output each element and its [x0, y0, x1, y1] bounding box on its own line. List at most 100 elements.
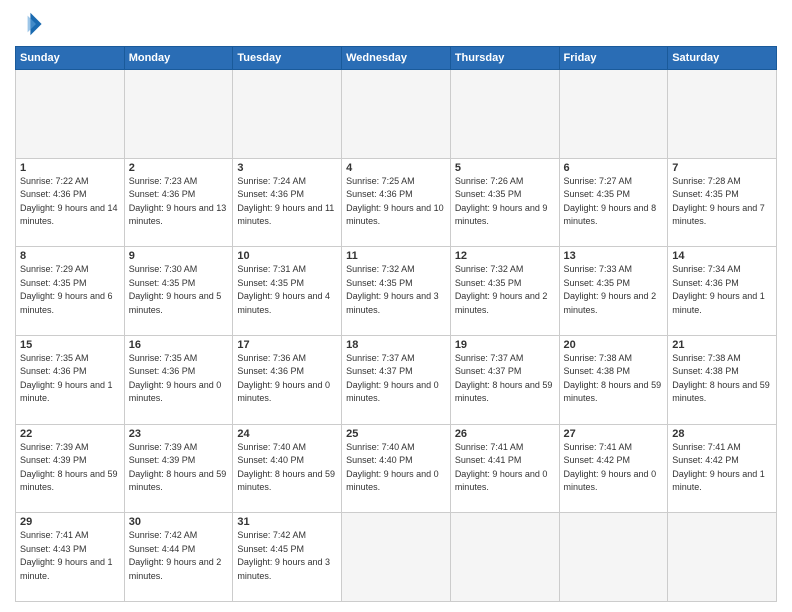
calendar-cell: 5 Sunrise: 7:26 AMSunset: 4:35 PMDayligh… — [450, 158, 559, 247]
day-info: Sunrise: 7:34 AMSunset: 4:36 PMDaylight:… — [672, 263, 772, 317]
day-info: Sunrise: 7:37 AMSunset: 4:37 PMDaylight:… — [455, 352, 555, 406]
day-info: Sunrise: 7:32 AMSunset: 4:35 PMDaylight:… — [346, 263, 446, 317]
calendar-cell: 26 Sunrise: 7:41 AMSunset: 4:41 PMDaylig… — [450, 424, 559, 513]
day-info: Sunrise: 7:38 AMSunset: 4:38 PMDaylight:… — [672, 352, 772, 406]
calendar-cell — [342, 70, 451, 159]
calendar-row: 29 Sunrise: 7:41 AMSunset: 4:43 PMDaylig… — [16, 513, 777, 602]
day-number: 3 — [237, 162, 337, 174]
day-info: Sunrise: 7:37 AMSunset: 4:37 PMDaylight:… — [346, 352, 446, 406]
calendar-cell: 20 Sunrise: 7:38 AMSunset: 4:38 PMDaylig… — [559, 335, 668, 424]
calendar-header-saturday: Saturday — [668, 47, 777, 70]
day-info: Sunrise: 7:32 AMSunset: 4:35 PMDaylight:… — [455, 263, 555, 317]
day-info: Sunrise: 7:24 AMSunset: 4:36 PMDaylight:… — [237, 175, 337, 229]
calendar-cell: 8 Sunrise: 7:29 AMSunset: 4:35 PMDayligh… — [16, 247, 125, 336]
day-info: Sunrise: 7:41 AMSunset: 4:41 PMDaylight:… — [455, 441, 555, 495]
day-number: 24 — [237, 428, 337, 440]
day-info: Sunrise: 7:42 AMSunset: 4:44 PMDaylight:… — [129, 529, 229, 583]
calendar-header-wednesday: Wednesday — [342, 47, 451, 70]
calendar-cell — [124, 70, 233, 159]
calendar-cell — [342, 513, 451, 602]
day-number: 14 — [672, 250, 772, 262]
calendar-cell — [559, 513, 668, 602]
calendar-cell: 19 Sunrise: 7:37 AMSunset: 4:37 PMDaylig… — [450, 335, 559, 424]
day-number: 6 — [564, 162, 664, 174]
calendar-cell — [559, 70, 668, 159]
calendar-cell: 12 Sunrise: 7:32 AMSunset: 4:35 PMDaylig… — [450, 247, 559, 336]
day-number: 19 — [455, 339, 555, 351]
day-info: Sunrise: 7:23 AMSunset: 4:36 PMDaylight:… — [129, 175, 229, 229]
calendar-header-monday: Monday — [124, 47, 233, 70]
calendar-cell: 3 Sunrise: 7:24 AMSunset: 4:36 PMDayligh… — [233, 158, 342, 247]
calendar-cell: 31 Sunrise: 7:42 AMSunset: 4:45 PMDaylig… — [233, 513, 342, 602]
day-number: 13 — [564, 250, 664, 262]
calendar-cell: 17 Sunrise: 7:36 AMSunset: 4:36 PMDaylig… — [233, 335, 342, 424]
day-number: 1 — [20, 162, 120, 174]
calendar-cell: 1 Sunrise: 7:22 AMSunset: 4:36 PMDayligh… — [16, 158, 125, 247]
day-number: 2 — [129, 162, 229, 174]
calendar-cell: 13 Sunrise: 7:33 AMSunset: 4:35 PMDaylig… — [559, 247, 668, 336]
day-info: Sunrise: 7:31 AMSunset: 4:35 PMDaylight:… — [237, 263, 337, 317]
calendar-table: SundayMondayTuesdayWednesdayThursdayFrid… — [15, 46, 777, 602]
day-info: Sunrise: 7:42 AMSunset: 4:45 PMDaylight:… — [237, 529, 337, 583]
calendar-cell: 29 Sunrise: 7:41 AMSunset: 4:43 PMDaylig… — [16, 513, 125, 602]
day-number: 17 — [237, 339, 337, 351]
calendar-cell: 15 Sunrise: 7:35 AMSunset: 4:36 PMDaylig… — [16, 335, 125, 424]
calendar-cell: 7 Sunrise: 7:28 AMSunset: 4:35 PMDayligh… — [668, 158, 777, 247]
day-number: 11 — [346, 250, 446, 262]
calendar-cell: 2 Sunrise: 7:23 AMSunset: 4:36 PMDayligh… — [124, 158, 233, 247]
calendar-cell: 4 Sunrise: 7:25 AMSunset: 4:36 PMDayligh… — [342, 158, 451, 247]
day-info: Sunrise: 7:30 AMSunset: 4:35 PMDaylight:… — [129, 263, 229, 317]
calendar-cell — [668, 70, 777, 159]
calendar-cell: 28 Sunrise: 7:41 AMSunset: 4:42 PMDaylig… — [668, 424, 777, 513]
calendar-cell: 18 Sunrise: 7:37 AMSunset: 4:37 PMDaylig… — [342, 335, 451, 424]
day-number: 21 — [672, 339, 772, 351]
day-info: Sunrise: 7:27 AMSunset: 4:35 PMDaylight:… — [564, 175, 664, 229]
calendar-cell: 24 Sunrise: 7:40 AMSunset: 4:40 PMDaylig… — [233, 424, 342, 513]
day-info: Sunrise: 7:22 AMSunset: 4:36 PMDaylight:… — [20, 175, 120, 229]
calendar-cell: 22 Sunrise: 7:39 AMSunset: 4:39 PMDaylig… — [16, 424, 125, 513]
day-number: 31 — [237, 516, 337, 528]
day-info: Sunrise: 7:41 AMSunset: 4:42 PMDaylight:… — [672, 441, 772, 495]
day-number: 28 — [672, 428, 772, 440]
logo-icon — [15, 10, 43, 38]
calendar-cell: 9 Sunrise: 7:30 AMSunset: 4:35 PMDayligh… — [124, 247, 233, 336]
day-info: Sunrise: 7:33 AMSunset: 4:35 PMDaylight:… — [564, 263, 664, 317]
day-number: 18 — [346, 339, 446, 351]
day-info: Sunrise: 7:39 AMSunset: 4:39 PMDaylight:… — [129, 441, 229, 495]
day-info: Sunrise: 7:40 AMSunset: 4:40 PMDaylight:… — [346, 441, 446, 495]
calendar-row: 22 Sunrise: 7:39 AMSunset: 4:39 PMDaylig… — [16, 424, 777, 513]
calendar-cell — [450, 70, 559, 159]
calendar-header-tuesday: Tuesday — [233, 47, 342, 70]
day-number: 16 — [129, 339, 229, 351]
calendar-row: 15 Sunrise: 7:35 AMSunset: 4:36 PMDaylig… — [16, 335, 777, 424]
calendar-cell: 27 Sunrise: 7:41 AMSunset: 4:42 PMDaylig… — [559, 424, 668, 513]
day-info: Sunrise: 7:26 AMSunset: 4:35 PMDaylight:… — [455, 175, 555, 229]
day-number: 25 — [346, 428, 446, 440]
day-number: 26 — [455, 428, 555, 440]
calendar-cell — [668, 513, 777, 602]
calendar-cell: 14 Sunrise: 7:34 AMSunset: 4:36 PMDaylig… — [668, 247, 777, 336]
day-number: 12 — [455, 250, 555, 262]
day-info: Sunrise: 7:41 AMSunset: 4:43 PMDaylight:… — [20, 529, 120, 583]
day-number: 29 — [20, 516, 120, 528]
calendar-row — [16, 70, 777, 159]
day-number: 27 — [564, 428, 664, 440]
calendar-row: 8 Sunrise: 7:29 AMSunset: 4:35 PMDayligh… — [16, 247, 777, 336]
calendar-cell: 6 Sunrise: 7:27 AMSunset: 4:35 PMDayligh… — [559, 158, 668, 247]
day-info: Sunrise: 7:25 AMSunset: 4:36 PMDaylight:… — [346, 175, 446, 229]
page: SundayMondayTuesdayWednesdayThursdayFrid… — [0, 0, 792, 612]
calendar-cell: 30 Sunrise: 7:42 AMSunset: 4:44 PMDaylig… — [124, 513, 233, 602]
calendar-cell: 25 Sunrise: 7:40 AMSunset: 4:40 PMDaylig… — [342, 424, 451, 513]
day-number: 4 — [346, 162, 446, 174]
calendar-header-row: SundayMondayTuesdayWednesdayThursdayFrid… — [16, 47, 777, 70]
calendar-cell: 11 Sunrise: 7:32 AMSunset: 4:35 PMDaylig… — [342, 247, 451, 336]
day-info: Sunrise: 7:35 AMSunset: 4:36 PMDaylight:… — [20, 352, 120, 406]
day-number: 10 — [237, 250, 337, 262]
day-number: 15 — [20, 339, 120, 351]
calendar-cell — [16, 70, 125, 159]
calendar-cell: 10 Sunrise: 7:31 AMSunset: 4:35 PMDaylig… — [233, 247, 342, 336]
day-number: 22 — [20, 428, 120, 440]
day-info: Sunrise: 7:40 AMSunset: 4:40 PMDaylight:… — [237, 441, 337, 495]
day-number: 8 — [20, 250, 120, 262]
day-info: Sunrise: 7:35 AMSunset: 4:36 PMDaylight:… — [129, 352, 229, 406]
